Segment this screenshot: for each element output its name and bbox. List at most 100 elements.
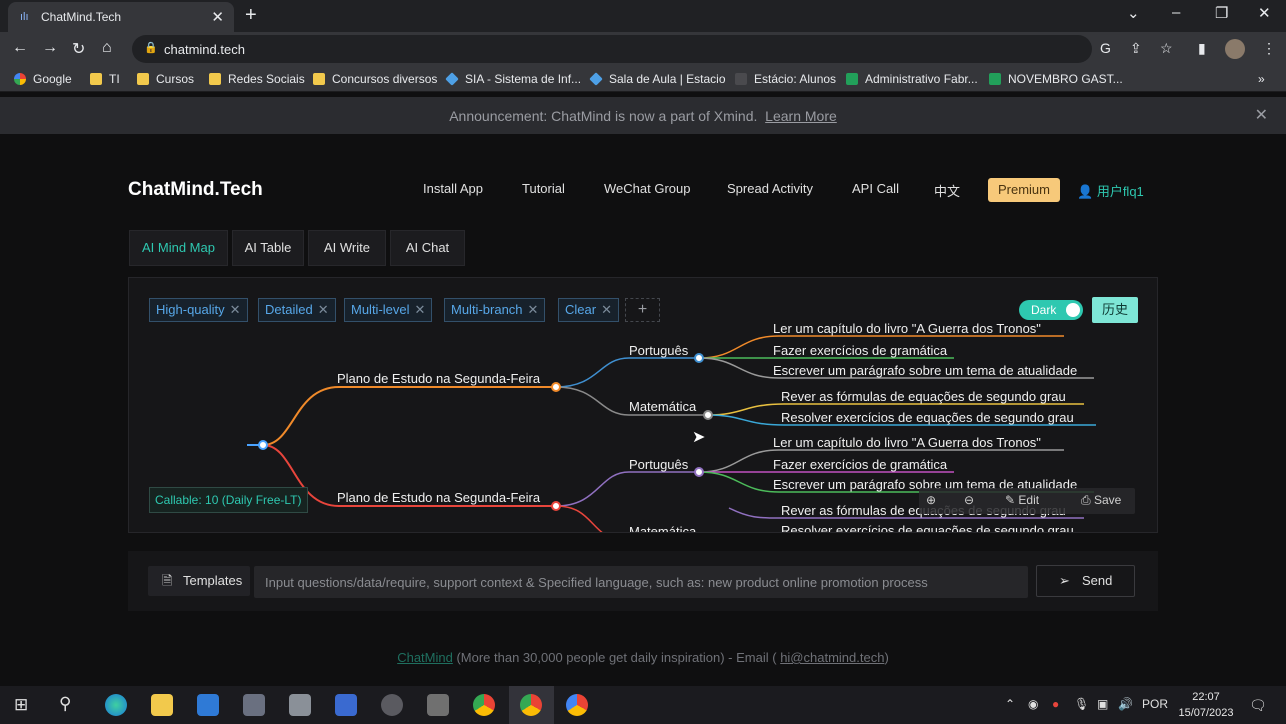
chip-clear[interactable]: Clear ✕ [558,298,619,322]
bookmark-google[interactable]: Google [14,72,72,86]
close-tab-icon[interactable]: ✕ [211,8,224,26]
save-button[interactable]: ⎙ Save [1081,493,1121,508]
microphone-app-icon[interactable] [427,694,449,716]
history-button[interactable]: 历史 [1092,297,1138,323]
side-panel-icon[interactable]: ▮ [1198,40,1206,57]
nav-spread-activity[interactable]: Spread Activity [727,181,813,196]
close-window-icon[interactable]: ✕ [1258,4,1271,22]
question-input[interactable] [254,566,1028,598]
tab-ai-table[interactable]: AI Table [232,230,304,266]
tab-search-chevron-icon[interactable]: ⌄ [1127,4,1140,22]
tab-ai-mind-map[interactable]: AI Mind Map [129,230,228,266]
more-bookmarks-icon[interactable]: » [1258,72,1265,86]
bookmark-star-icon[interactable]: ☆ [1160,40,1173,57]
chip-multi-branch[interactable]: Multi-branch ✕ [444,298,546,322]
user-menu[interactable]: 👤 用户flq1 [1077,181,1144,200]
bookmark-cursos[interactable]: Cursos [137,72,194,86]
send-button[interactable]: ➢ Send [1036,565,1135,597]
back-icon[interactable]: ← [12,39,28,57]
leaf[interactable]: Fazer exercícios de gramática [773,343,948,358]
nav-tutorial[interactable]: Tutorial [522,181,565,196]
chrome-icon[interactable] [473,694,495,716]
tray-record-icon[interactable]: ● [1052,697,1059,711]
calculator-icon[interactable] [243,694,265,716]
leaf[interactable]: Ler um capítulo do livro "A Guerra dos T… [773,321,1041,336]
bookmark-ti[interactable]: TI [90,72,120,86]
share-icon[interactable]: ⇪ [1130,40,1142,57]
app-icon[interactable] [289,694,311,716]
remote-desktop-icon[interactable] [335,694,357,716]
node-portugues-2[interactable]: Português [629,457,689,472]
remove-chip-icon[interactable]: ✕ [528,302,539,317]
maximize-icon[interactable]: ❐ [1215,4,1228,22]
add-chip-button[interactable]: + [625,298,660,322]
remove-chip-icon[interactable]: ✕ [415,302,426,317]
tray-chrome-icon[interactable]: ◉ [1028,697,1038,711]
home-icon[interactable]: ⌂ [102,39,112,57]
minimize-icon[interactable]: – [1172,4,1180,21]
bookmark-administrativo[interactable]: Administrativo Fabr... [846,72,978,86]
tab-ai-chat[interactable]: AI Chat [390,230,465,266]
leaf[interactable]: Resolver exercícios de equações de segun… [781,523,1074,533]
chip-detailed[interactable]: Detailed ✕ [258,298,336,322]
browser-tab[interactable]: ılı ChatMind.Tech ✕ [8,2,234,32]
footer-brand-link[interactable]: ChatMind [397,650,453,665]
dark-mode-toggle[interactable]: Dark [1019,300,1083,320]
remove-chip-icon[interactable]: ✕ [230,302,241,317]
leaf[interactable]: Escrever um parágrafo sobre um tema de a… [773,363,1077,378]
chrome-icon[interactable] [520,694,542,716]
mail-icon[interactable] [197,694,219,716]
bookmark-estacio-alunos[interactable]: Estácio: Alunos [735,72,836,86]
nav-install-app[interactable]: Install App [423,181,483,196]
edge-icon[interactable] [105,694,127,716]
node-matematica-2[interactable]: Matemática [629,524,697,533]
google-icon[interactable]: G [1100,40,1111,56]
tray-volume-icon[interactable]: 🔊 [1118,697,1133,711]
brand-logo[interactable]: ChatMind.Tech [128,179,263,201]
new-tab-icon[interactable]: + [245,4,257,27]
premium-button[interactable]: Premium [988,178,1060,202]
leaf[interactable]: Ler um capítulo do livro "A Guerra dos T… [773,435,1041,450]
zoom-in-icon[interactable]: ⊕ [926,493,936,507]
menu-icon[interactable]: ⋮ [1262,40,1276,57]
chrome-canary-icon[interactable] [566,694,588,716]
templates-button[interactable]: 🗎 Templates [148,566,250,596]
learn-more-link[interactable]: Learn More [765,108,837,124]
nav-wechat-group[interactable]: WeChat Group [604,181,690,196]
zoom-out-icon[interactable]: ⊖ [964,493,974,507]
tray-mic-icon[interactable]: 🎙 [1074,697,1089,711]
profile-avatar[interactable] [1225,39,1245,59]
branch-1-label[interactable]: Plano de Estudo na Segunda-Feira [337,371,541,386]
leaf[interactable]: Fazer exercícios de gramática [773,457,948,472]
address-bar[interactable]: 🔒 chatmind.tech [132,35,1092,63]
keyboard-language[interactable]: POR [1142,697,1168,711]
node-portugues-1[interactable]: Português [629,343,689,358]
bookmark-sia[interactable]: SIA - Sistema de Inf... [445,72,581,86]
chip-high-quality[interactable]: High-quality ✕ [149,298,248,322]
tray-network-icon[interactable]: ▣ [1097,697,1108,711]
nav-language[interactable]: 中文 [934,181,960,200]
forward-icon[interactable]: → [42,39,58,57]
windows-start-icon[interactable]: ⊞ [14,695,28,715]
bookmark-sala-de-aula[interactable]: Sala de Aula | Estacio [589,72,726,86]
tray-chevron-icon[interactable]: ⌃ [1005,697,1015,711]
bookmark-novembro[interactable]: NOVEMBRO GAST... [989,72,1123,86]
notifications-icon[interactable]: 🗨 [1249,697,1267,714]
edit-button[interactable]: ✎ Edit [1005,493,1039,507]
footer-email-link[interactable]: hi@chatmind.tech [780,650,884,665]
bookmark-redes-sociais[interactable]: Redes Sociais [209,72,305,86]
nav-api-call[interactable]: API Call [852,181,899,196]
reload-icon[interactable]: ↻ [72,39,85,59]
branch-2-label[interactable]: Plano de Estudo na Segunda-Feira [337,490,541,505]
close-announcement-icon[interactable]: ✕ [1255,105,1268,125]
tab-ai-write[interactable]: AI Write [308,230,386,266]
file-explorer-icon[interactable] [151,694,173,716]
leaf[interactable]: Resolver exercícios de equações de segun… [781,410,1074,425]
leaf[interactable]: Rever as fórmulas de equações de segundo… [781,389,1066,404]
taskbar-clock[interactable]: 22:07 15/07/2023 [1172,689,1240,721]
remove-chip-icon[interactable]: ✕ [601,302,612,317]
remove-chip-icon[interactable]: ✕ [318,302,329,317]
node-matematica-1[interactable]: Matemática [629,399,697,414]
app-icon[interactable] [381,694,403,716]
bookmark-concursos[interactable]: Concursos diversos [313,72,437,86]
